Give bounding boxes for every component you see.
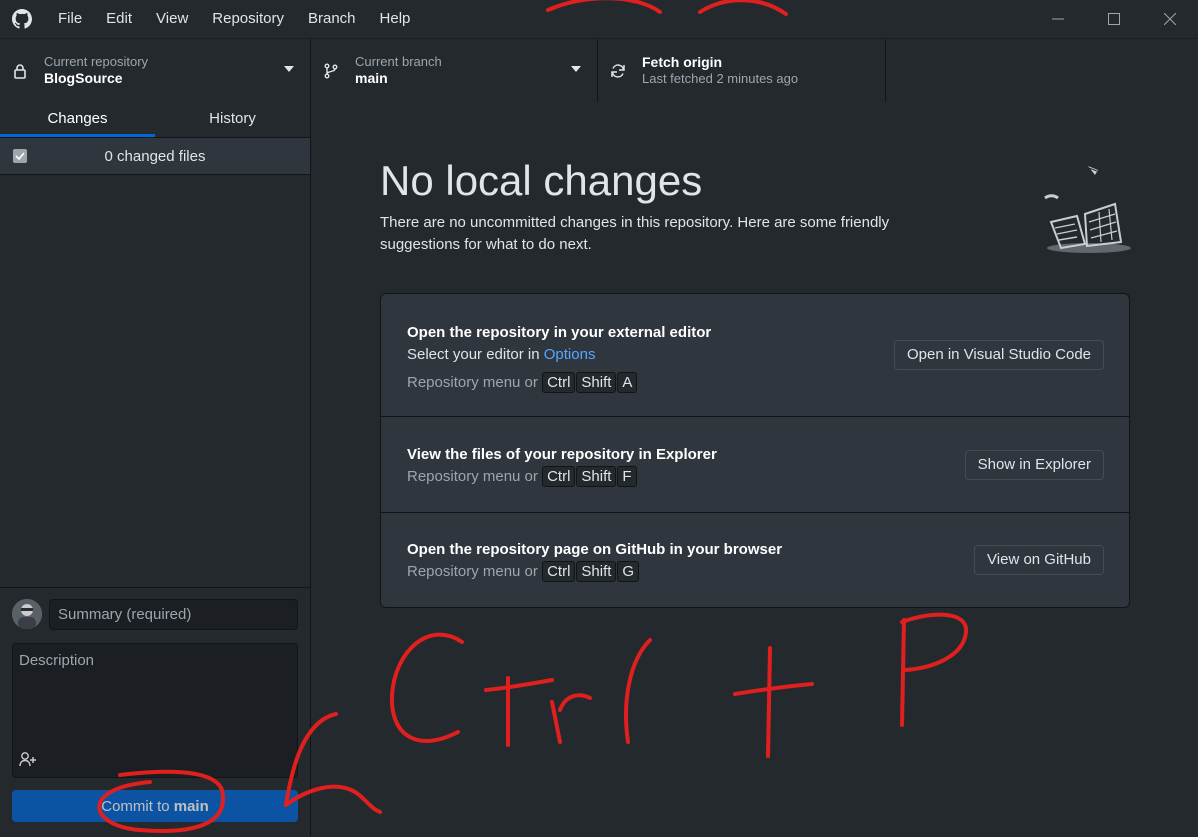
toolbar: Current repository BlogSource Current br…	[0, 38, 1198, 103]
repository-selector[interactable]: Current repository BlogSource	[0, 39, 311, 102]
avatar	[12, 599, 42, 629]
title-bar: File Edit View Repository Branch Help	[0, 0, 1198, 38]
menu-view[interactable]: View	[144, 0, 200, 38]
key-shift: Shift	[576, 466, 617, 487]
key-ctrl: Ctrl	[542, 372, 576, 393]
commit-area: Commit to main	[0, 587, 311, 837]
fetch-status: Last fetched 2 minutes ago	[642, 71, 799, 86]
close-button[interactable]	[1142, 0, 1198, 38]
description-box	[12, 643, 298, 778]
changes-header: 0 changed files	[0, 138, 310, 175]
github-logo-icon	[12, 9, 32, 29]
action-subtitle: Select your editor in Options	[407, 344, 711, 366]
user-avatar-icon	[12, 599, 42, 629]
minimize-button[interactable]	[1030, 0, 1086, 38]
sidebar-tabs: Changes History	[0, 102, 310, 138]
view-on-github-button[interactable]: View on GitHub	[974, 545, 1104, 575]
suggested-actions: Open the repository in your external edi…	[380, 293, 1130, 608]
branch-selector[interactable]: Current branch main	[311, 39, 598, 102]
description-input[interactable]	[13, 644, 297, 744]
chevron-down-icon	[571, 66, 581, 72]
action-open-editor: Open the repository in your external edi…	[381, 294, 1129, 417]
close-icon	[1164, 13, 1176, 25]
maximize-button[interactable]	[1086, 0, 1142, 38]
repository-name: BlogSource	[44, 70, 123, 86]
fetch-label: Fetch origin	[642, 54, 723, 70]
key-f: F	[617, 466, 637, 487]
show-in-explorer-button[interactable]: Show in Explorer	[964, 450, 1104, 480]
key-g: G	[617, 561, 640, 582]
action-show-explorer: View the files of your repository in Exp…	[381, 417, 1129, 513]
key-shift: Shift	[576, 561, 617, 582]
action-hint: Repository menu or Ctrl Shift G	[407, 561, 782, 583]
menu-file[interactable]: File	[46, 0, 94, 38]
page-title: No local changes	[380, 157, 703, 204]
commit-button[interactable]: Commit to main	[12, 790, 298, 822]
action-hint: Repository menu or Ctrl Shift F	[407, 466, 717, 488]
hint-text: Repository menu or	[407, 468, 538, 485]
minimize-icon	[1052, 18, 1064, 20]
sidebar: Changes History 0 changed files Summary …	[0, 102, 311, 836]
page-description: There are no uncommitted changes in this…	[380, 214, 890, 253]
hint-text: Repository menu or	[407, 374, 538, 391]
sync-icon	[611, 63, 625, 78]
fetch-origin-button[interactable]: Fetch origin Last fetched 2 minutes ago	[598, 39, 886, 102]
window-controls	[1030, 0, 1198, 38]
summary-input[interactable]	[49, 599, 298, 630]
lock-icon	[14, 63, 26, 79]
branch-icon	[324, 63, 338, 78]
menu-branch[interactable]: Branch	[296, 0, 368, 38]
repository-label: Current repository	[44, 54, 149, 69]
action-title: Open the repository in your external edi…	[407, 324, 712, 341]
action-view-github: Open the repository page on GitHub in yo…	[381, 513, 1129, 607]
hint-text: Repository menu or	[407, 563, 538, 580]
action-title: View the files of your repository in Exp…	[407, 446, 717, 463]
commit-branch: main	[173, 797, 209, 815]
key-a: A	[617, 372, 638, 393]
action-subtitle-text: Select your editor in	[407, 346, 544, 363]
action-title: Open the repository page on GitHub in yo…	[407, 541, 783, 558]
commit-label: Commit to	[101, 797, 174, 815]
action-hint: Repository menu or Ctrl Shift A	[407, 372, 711, 394]
menu-help[interactable]: Help	[368, 0, 423, 38]
open-in-vscode-button[interactable]: Open in Visual Studio Code	[893, 340, 1104, 370]
key-ctrl: Ctrl	[542, 561, 576, 582]
main-content: No local changes There are no uncommitte…	[311, 102, 1198, 836]
branch-name: main	[355, 70, 388, 86]
options-link[interactable]: Options	[544, 346, 596, 363]
branch-label: Current branch	[355, 54, 442, 69]
key-ctrl: Ctrl	[542, 466, 576, 487]
tab-history[interactable]: History	[155, 102, 310, 137]
menu-repository[interactable]: Repository	[200, 0, 296, 38]
maximize-icon	[1108, 13, 1120, 25]
add-coauthor-icon[interactable]	[19, 751, 37, 767]
changed-files-count: 0 changed files	[104, 147, 206, 165]
empty-state-illustration	[1044, 166, 1131, 253]
menu-edit[interactable]: Edit	[94, 0, 144, 38]
chevron-down-icon	[284, 66, 294, 72]
tab-changes[interactable]: Changes	[0, 102, 155, 137]
key-shift: Shift	[576, 372, 617, 393]
